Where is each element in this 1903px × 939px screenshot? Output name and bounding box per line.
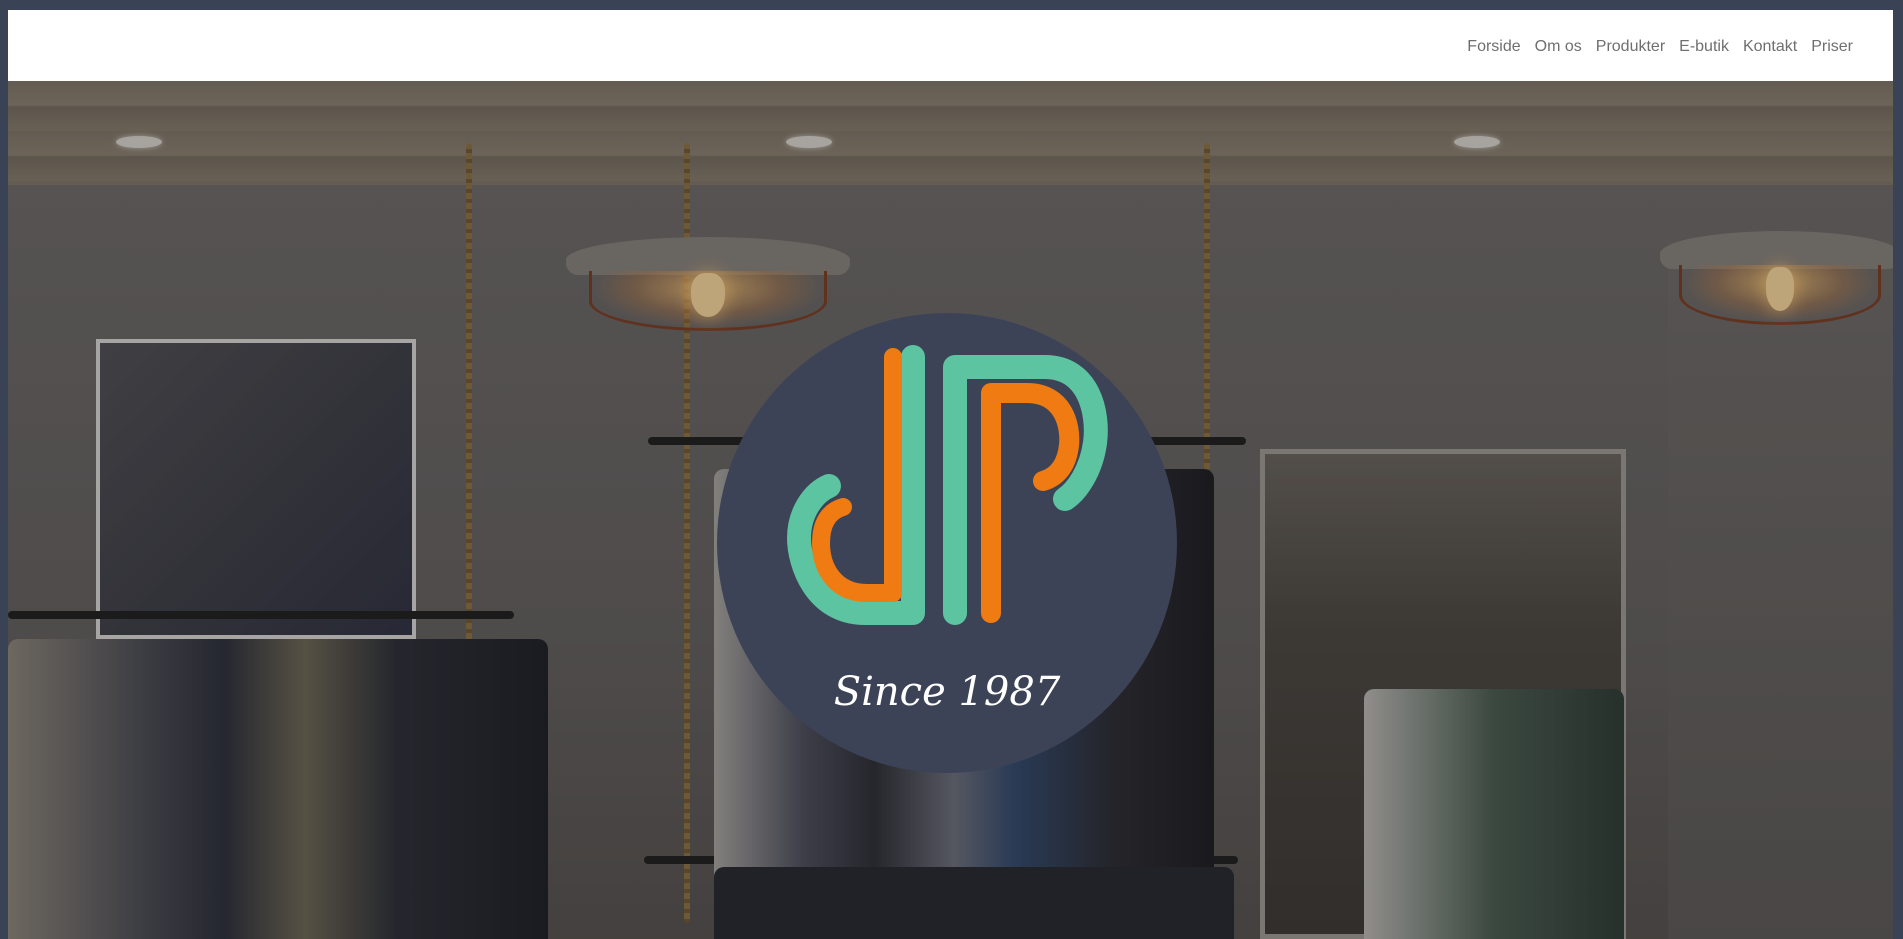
nav-link-produkter[interactable]: Produkter — [1596, 36, 1665, 58]
nav-item-e-butik: E-butik — [1679, 36, 1729, 58]
logo-tagline: Since 1987 — [833, 669, 1061, 715]
nav-item-forside: Forside — [1467, 36, 1520, 58]
nav-link-e-butik[interactable]: E-butik — [1679, 36, 1729, 58]
top-navbar: Forside Om os Produkter E-butik Kontakt … — [8, 10, 1893, 81]
hero-banner: Since 1987 — [8, 81, 1893, 939]
nav-link-priser[interactable]: Priser — [1811, 36, 1853, 58]
nav-item-om-os: Om os — [1535, 36, 1582, 58]
nav-item-kontakt: Kontakt — [1743, 36, 1797, 58]
nav-link-om-os[interactable]: Om os — [1535, 36, 1582, 58]
brand-logo: Since 1987 — [717, 313, 1177, 773]
page-frame: Forside Om os Produkter E-butik Kontakt … — [8, 10, 1893, 939]
nav-item-produkter: Produkter — [1596, 36, 1665, 58]
main-nav: Forside Om os Produkter E-butik Kontakt … — [1467, 36, 1853, 58]
nav-link-forside[interactable]: Forside — [1467, 36, 1520, 58]
nav-link-kontakt[interactable]: Kontakt — [1743, 36, 1797, 58]
nav-item-priser: Priser — [1811, 36, 1853, 58]
